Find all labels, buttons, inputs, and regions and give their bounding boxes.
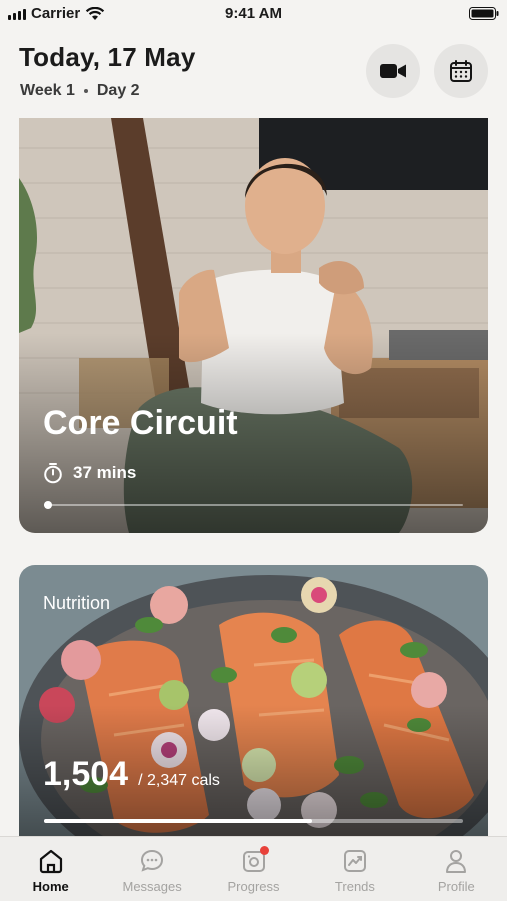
- tab-label: Messages: [122, 879, 182, 894]
- week-label: Week 1: [20, 82, 75, 99]
- tab-label: Trends: [334, 879, 375, 894]
- video-call-button[interactable]: [366, 44, 420, 98]
- page-title: Today, 17 May: [19, 42, 196, 72]
- nutrition-progress-track: [44, 819, 463, 823]
- stopwatch-icon: [44, 463, 62, 484]
- trend-chart-icon: [341, 847, 369, 875]
- tab-home[interactable]: Home: [0, 837, 101, 901]
- calorie-summary: 1,504 / 2,347 cals: [43, 755, 220, 794]
- tab-label: Home: [32, 879, 69, 894]
- separator-dot: [83, 89, 88, 93]
- person-icon: [442, 847, 470, 875]
- tab-profile[interactable]: Profile: [406, 837, 507, 901]
- nutrition-label: Nutrition: [43, 593, 111, 613]
- nutrition-card[interactable]: Nutrition 1,504 / 2,347 cals: [19, 565, 488, 865]
- battery-icon: [469, 7, 499, 20]
- program-progress: Week 1 Day 2: [20, 82, 140, 100]
- workout-duration-text: 37 mins: [73, 463, 137, 482]
- workout-progress-track: [44, 501, 463, 509]
- header: Today, 17 May Week 1 Day 2: [0, 28, 507, 118]
- status-bar: Carrier 9:41 AM: [0, 0, 507, 28]
- calories-goal: / 2,347 cals: [138, 772, 220, 789]
- tab-label: Profile: [437, 879, 475, 894]
- chat-icon: [138, 847, 166, 875]
- tab-trends[interactable]: Trends: [304, 837, 405, 901]
- status-time: 9:41 AM: [225, 5, 282, 22]
- home-icon: [37, 847, 65, 875]
- tab-bar: Home Messages Progress Trends Profile: [0, 836, 507, 901]
- video-camera-icon: [380, 64, 406, 78]
- day-label: Day 2: [96, 82, 140, 99]
- tab-progress[interactable]: Progress: [203, 837, 304, 901]
- tab-messages[interactable]: Messages: [101, 837, 202, 901]
- workout-title: Core Circuit: [43, 404, 238, 442]
- calendar-button[interactable]: [434, 44, 488, 98]
- progress-camera-icon: [240, 846, 269, 875]
- calories-consumed: 1,504: [43, 755, 129, 793]
- notification-dot: [259, 846, 269, 855]
- nutrition-progress-fill: [44, 819, 313, 823]
- workout-card[interactable]: Core Circuit 37 mins: [19, 118, 488, 533]
- tab-label: Progress: [227, 879, 280, 894]
- workout-duration: 37 mins: [43, 462, 136, 484]
- calendar-icon: [450, 60, 472, 82]
